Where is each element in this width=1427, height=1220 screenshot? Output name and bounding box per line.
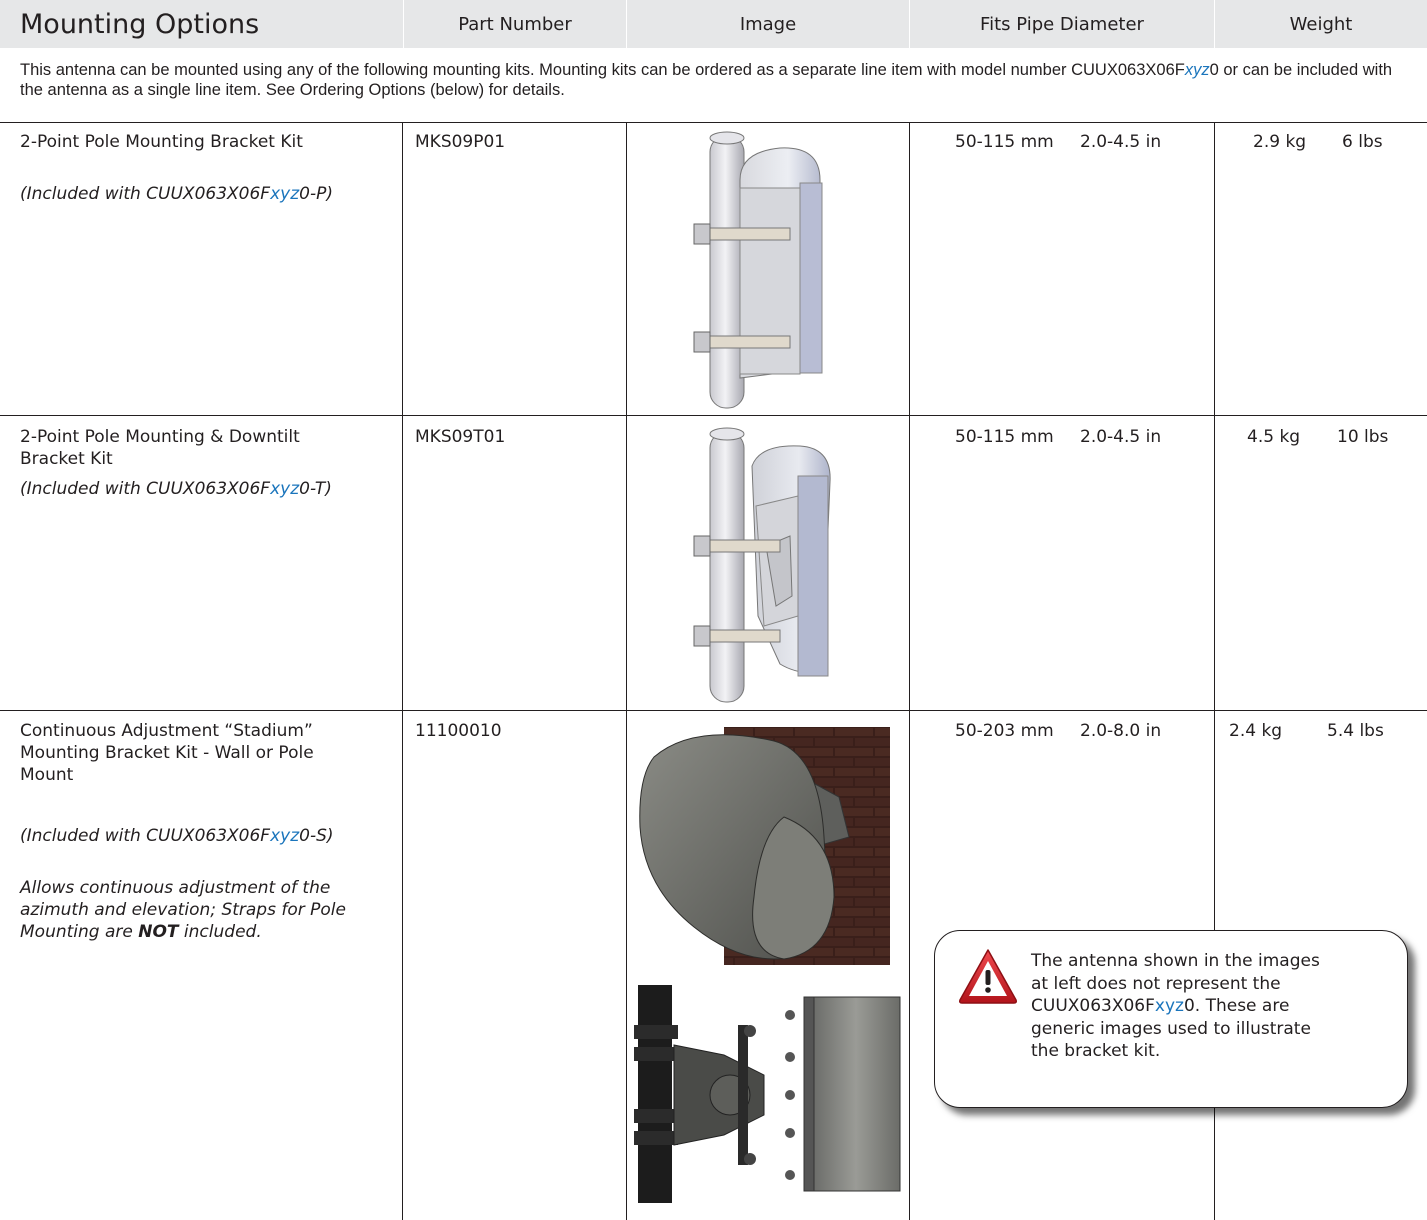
column-header-image: Image xyxy=(739,13,797,35)
pipe-diameter-mm: 50-203 mm xyxy=(955,721,1054,741)
intro-paragraph: This antenna can be mounted using any of… xyxy=(20,60,1410,100)
weight-lbs: 6 lbs xyxy=(1342,132,1383,152)
row-divider xyxy=(0,122,1427,123)
part-number: MKS09P01 xyxy=(415,132,506,152)
disclaimer-callout: The antenna shown in the images at left … xyxy=(934,930,1408,1108)
callout-text: The antenna shown in the images at left … xyxy=(1031,951,1320,1061)
table-header: Mounting Options Part Number Image Fits … xyxy=(0,0,1427,48)
kit-name: 2-Point Pole Mounting & Downtilt Bracket … xyxy=(20,427,300,469)
downtilt-bracket-image xyxy=(693,427,831,703)
part-number: 11100010 xyxy=(415,721,502,741)
weight-lbs: 10 lbs xyxy=(1337,427,1389,447)
kit-included-note: (Included with CUUX063X06Fxyz0-S) xyxy=(20,826,334,846)
stadium-pole-mount-image xyxy=(634,985,902,1203)
column-divider xyxy=(626,122,627,1220)
pipe-diameter-in: 2.0-4.5 in xyxy=(1080,427,1162,447)
kit-adjustment-note: Allows continuous adjustment of the azimu… xyxy=(20,878,346,942)
pipe-diameter-in: 2.0-8.0 in xyxy=(1080,721,1162,741)
weight-kg: 4.5 kg xyxy=(1247,427,1301,447)
pipe-diameter-mm: 50-115 mm xyxy=(955,427,1054,447)
column-header-part-number: Part Number xyxy=(458,13,572,35)
weight-kg: 2.9 kg xyxy=(1253,132,1307,152)
pole-mount-bracket-image xyxy=(693,131,823,409)
stadium-wall-mount-image xyxy=(634,727,890,965)
kit-name: 2-Point Pole Mounting Bracket Kit xyxy=(20,132,303,152)
column-divider xyxy=(402,122,403,1220)
part-number: MKS09T01 xyxy=(415,427,506,447)
kit-included-note: (Included with CUUX063X06Fxyz0-P) xyxy=(20,184,333,204)
page-title: Mounting Options xyxy=(20,8,260,40)
pipe-diameter-mm: 50-115 mm xyxy=(955,132,1054,152)
intro-text: This antenna can be mounted using any of… xyxy=(20,61,1185,79)
row-divider xyxy=(0,415,1427,416)
column-header-weight: Weight xyxy=(1289,13,1353,35)
column-header-pipe-diameter: Fits Pipe Diameter xyxy=(980,13,1144,35)
weight-kg: 2.4 kg xyxy=(1229,721,1283,741)
weight-lbs: 5.4 lbs xyxy=(1327,721,1384,741)
kit-name: Continuous Adjustment “Stadium” Mounting … xyxy=(20,721,314,785)
pipe-diameter-in: 2.0-4.5 in xyxy=(1080,132,1162,152)
row-divider xyxy=(0,710,1427,711)
model-code: xyz xyxy=(1184,61,1210,79)
kit-included-note: (Included with CUUX063X06Fxyz0-T) xyxy=(20,479,332,499)
warning-triangle-icon xyxy=(959,949,1017,1004)
column-divider xyxy=(909,122,910,1220)
